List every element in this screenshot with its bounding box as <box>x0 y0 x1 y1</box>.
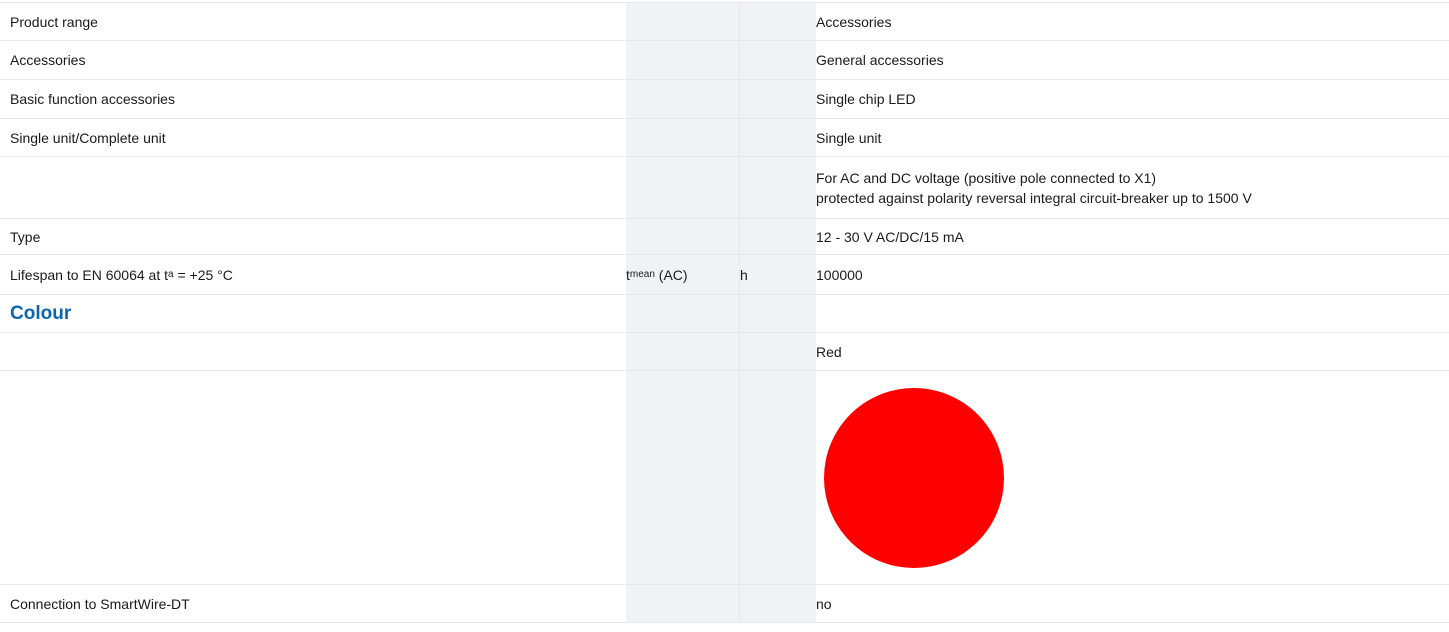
row-symbol <box>626 119 740 156</box>
section-heading: Colour <box>10 302 72 324</box>
red-colour-swatch <box>824 387 1004 568</box>
row-unit: h <box>740 255 816 294</box>
row-symbol <box>626 585 740 622</box>
row-symbol <box>626 295 740 332</box>
row-value: Red <box>816 343 842 360</box>
row-value: 100000 <box>816 266 863 283</box>
table-row: Single unit/Complete unit Single unit <box>0 119 1449 157</box>
row-label <box>0 157 626 218</box>
row-unit <box>740 119 816 156</box>
value-line: For AC and DC voltage (positive pole con… <box>816 169 1157 186</box>
row-symbol: t mean (AC) <box>626 255 740 294</box>
row-unit <box>740 3 816 40</box>
row-value: General accessories <box>816 52 944 68</box>
table-row: Basic function accessories Single chip L… <box>0 80 1449 119</box>
row-value <box>816 295 1449 332</box>
row-symbol <box>626 371 740 584</box>
row-value: Single chip LED <box>816 91 916 107</box>
row-label: Basic function accessories <box>10 91 175 107</box>
row-value: 12 - 30 V AC/DC/15 mA <box>816 228 964 245</box>
row-unit <box>740 295 816 332</box>
row-symbol <box>626 219 740 254</box>
row-unit <box>740 333 816 370</box>
row-label: Accessories <box>10 52 86 68</box>
row-value: no <box>816 595 832 612</box>
row-value: For AC and DC voltage (positive pole con… <box>816 157 1449 218</box>
row-value: Single unit <box>816 129 882 146</box>
row-label: Lifespan to EN 60064 at ta = +25 °C <box>10 266 233 283</box>
table-row: Accessories General accessories <box>0 41 1449 80</box>
row-symbol <box>626 80 740 118</box>
row-unit <box>740 41 816 79</box>
table-row: Red <box>0 333 1449 371</box>
row-label <box>0 333 626 370</box>
row-unit <box>740 371 816 584</box>
row-label: Product range <box>10 13 98 30</box>
table-row: Product range Accessories <box>0 2 1449 41</box>
table-row <box>0 371 1449 585</box>
value-line: protected against polarity reversal inte… <box>816 189 1252 206</box>
colour-swatch-area <box>816 371 1449 584</box>
row-value: Accessories <box>816 13 892 30</box>
product-spec-table: Product range Accessories Accessories Ge… <box>0 2 1449 632</box>
table-row: Colour <box>0 295 1449 333</box>
row-unit <box>740 157 816 218</box>
row-label <box>0 371 626 584</box>
table-row: Connection to SmartWire-DT no <box>0 585 1449 623</box>
symbol-text: (AC) <box>654 266 688 283</box>
row-label: Single unit/Complete unit <box>10 129 166 146</box>
row-value <box>816 371 1449 584</box>
row-symbol <box>626 157 740 218</box>
row-unit <box>740 219 816 254</box>
label-text: = +25 °C <box>173 266 233 283</box>
label-text: Lifespan to EN 60064 at t <box>10 266 168 283</box>
table-row: For AC and DC voltage (positive pole con… <box>0 157 1449 219</box>
row-unit <box>740 80 816 118</box>
row-symbol <box>626 3 740 40</box>
row-unit <box>740 585 816 622</box>
row-label: Type <box>10 228 41 245</box>
row-symbol <box>626 41 740 79</box>
row-symbol <box>626 333 740 370</box>
row-label: Connection to SmartWire-DT <box>10 595 190 612</box>
table-row: Lifespan to EN 60064 at ta = +25 °C t mea… <box>0 255 1449 295</box>
table-row: Type 12 - 30 V AC/DC/15 mA <box>0 219 1449 255</box>
